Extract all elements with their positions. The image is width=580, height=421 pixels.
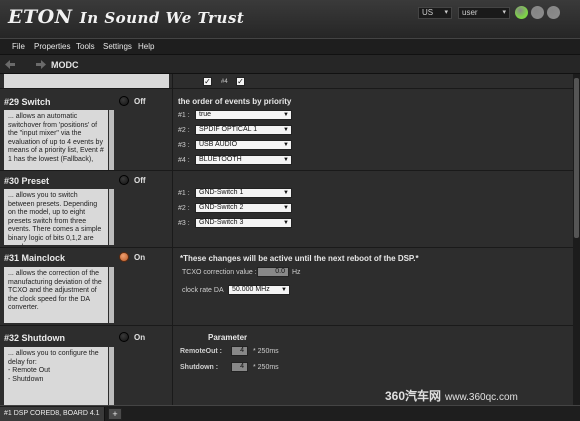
- section-previous: ✓ #4 ✓: [0, 74, 573, 89]
- preset-row-label: #1 :: [178, 190, 190, 197]
- remote-out-input[interactable]: 4: [231, 346, 248, 356]
- description-scrollbar[interactable]: [109, 267, 114, 323]
- priority-row-label: #1 :: [178, 112, 190, 119]
- status-bar: #1 DSP CORED8, BOARD 4.1 +: [0, 405, 580, 421]
- device-tab[interactable]: #1 DSP CORED8, BOARD 4.1: [0, 407, 105, 421]
- column-divider: [172, 248, 173, 326]
- shutdown-unit: * 250ms: [253, 364, 279, 371]
- clock-rate-dropdown[interactable]: 50.000 MHz ▼: [228, 285, 290, 295]
- priority-3-dropdown[interactable]: USB AUDIO ▼: [195, 140, 292, 150]
- menu-bar: File Properties Tools Settings Help: [0, 38, 580, 55]
- chevron-down-icon: ▼: [283, 205, 289, 211]
- section-31-mainclock: #31 Mainclock On ... allows the correcti…: [0, 248, 573, 326]
- app-header: ETON In Sound We Trust US ▾ user ▾: [0, 0, 580, 38]
- chevron-down-icon: ▼: [283, 157, 289, 163]
- chevron-down-icon: ▼: [283, 112, 289, 118]
- priority-row-label: #4 :: [178, 157, 190, 164]
- preset-2-dropdown[interactable]: GND-Switch 2 ▼: [195, 203, 292, 213]
- chevron-down-icon: ▾: [444, 9, 448, 16]
- clock-rate-label: clock rate DA: [182, 287, 224, 294]
- checkbox-4[interactable]: ✓: [236, 77, 245, 86]
- toggle-32[interactable]: [119, 332, 129, 342]
- toggle-32-label: On: [134, 333, 146, 342]
- main-scrollbar[interactable]: [573, 74, 580, 405]
- tcxo-label: TCXO correction value :: [182, 269, 257, 276]
- section-title: #32 Shutdown: [4, 333, 66, 343]
- priority-4-dropdown[interactable]: BLUETOOTH ▼: [195, 155, 292, 165]
- chevron-down-icon: ▼: [283, 142, 289, 148]
- menu-help[interactable]: Help: [138, 42, 154, 51]
- status-led-green: [515, 6, 528, 19]
- reboot-notice: *These changes will be active until the …: [180, 254, 419, 263]
- priority-row-label: #3 :: [178, 142, 190, 149]
- section-title: #31 Mainclock: [4, 253, 66, 263]
- add-device-tab-button[interactable]: +: [108, 408, 122, 420]
- preset-row-label: #3 :: [178, 220, 190, 227]
- checkbox-3[interactable]: ✓: [203, 77, 212, 86]
- menu-properties[interactable]: Properties: [34, 42, 70, 51]
- status-led-grey: [531, 6, 544, 19]
- toggle-31[interactable]: [119, 252, 129, 262]
- menu-tools[interactable]: Tools: [76, 42, 95, 51]
- chevron-down-icon: ▼: [281, 287, 287, 293]
- checkbox-label: #4: [221, 79, 228, 85]
- description-scrollbar[interactable]: [109, 189, 114, 245]
- section-title: #30 Preset: [4, 176, 50, 186]
- brand-logo: ETON In Sound We Trust: [8, 6, 245, 28]
- parameter-heading: Parameter: [208, 333, 248, 342]
- toggle-30-label: Off: [134, 176, 146, 185]
- preset-1-dropdown[interactable]: GND-Switch 1 ▼: [195, 188, 292, 198]
- menu-settings[interactable]: Settings: [103, 42, 132, 51]
- column-divider: [172, 326, 173, 405]
- shutdown-label: Shutdown :: [180, 364, 219, 371]
- previous-description-box: [4, 74, 169, 88]
- column-divider: [172, 171, 173, 248]
- description-box: ... allows an automatic switchover from …: [4, 110, 108, 170]
- chevron-down-icon: ▾: [502, 9, 506, 16]
- language-select[interactable]: US ▾: [418, 7, 452, 19]
- column-divider: [172, 74, 173, 89]
- preset-3-dropdown[interactable]: GND-Switch 3 ▼: [195, 218, 292, 228]
- priority-heading: the order of events by priority: [178, 97, 292, 106]
- column-divider: [172, 89, 173, 171]
- description-box: ... allows you to switch between presets…: [4, 189, 108, 245]
- description-scrollbar[interactable]: [109, 110, 114, 170]
- shutdown-input[interactable]: 4: [231, 362, 248, 372]
- section-29-switch: #29 Switch Off ... allows an automatic s…: [0, 89, 573, 171]
- priority-1-dropdown[interactable]: true ▼: [195, 110, 292, 120]
- forward-arrow-icon[interactable]: [35, 59, 47, 70]
- toggle-29[interactable]: [119, 96, 129, 106]
- priority-2-dropdown[interactable]: SPDIF OPTICAL 1 ▼: [195, 125, 292, 135]
- preset-row-label: #2 :: [178, 205, 190, 212]
- toggle-30[interactable]: [119, 175, 129, 185]
- remote-out-unit: * 250ms: [253, 348, 279, 355]
- status-led-grey: [547, 6, 560, 19]
- section-30-preset: #30 Preset Off ... allows you to switch …: [0, 171, 573, 248]
- content-area: ✓ #4 ✓ #29 Switch Off ... allows an auto…: [0, 74, 573, 405]
- watermark: 360汽车网 www.360qc.com: [385, 389, 518, 403]
- remote-out-label: RemoteOut :: [180, 348, 222, 355]
- toggle-29-label: Off: [134, 97, 146, 106]
- user-select[interactable]: user ▾: [458, 7, 510, 19]
- chevron-down-icon: ▼: [283, 220, 289, 226]
- description-scrollbar[interactable]: [109, 347, 114, 405]
- description-box: ... allows you to configure the delay fo…: [4, 347, 108, 405]
- priority-row-label: #2 :: [178, 127, 190, 134]
- nav-bar: MODC: [0, 55, 580, 74]
- chevron-down-icon: ▼: [283, 190, 289, 196]
- tcxo-input[interactable]: 0.0: [257, 267, 289, 277]
- description-box: ... allows the correction of the manufac…: [4, 267, 108, 323]
- scrollbar-thumb[interactable]: [574, 78, 579, 238]
- chevron-down-icon: ▼: [283, 127, 289, 133]
- menu-file[interactable]: File: [12, 42, 25, 51]
- page-title: MODC: [51, 60, 79, 70]
- back-arrow-icon[interactable]: [4, 59, 16, 70]
- toggle-31-label: On: [134, 253, 146, 262]
- tcxo-unit: Hz: [292, 269, 301, 276]
- section-title: #29 Switch: [4, 97, 51, 107]
